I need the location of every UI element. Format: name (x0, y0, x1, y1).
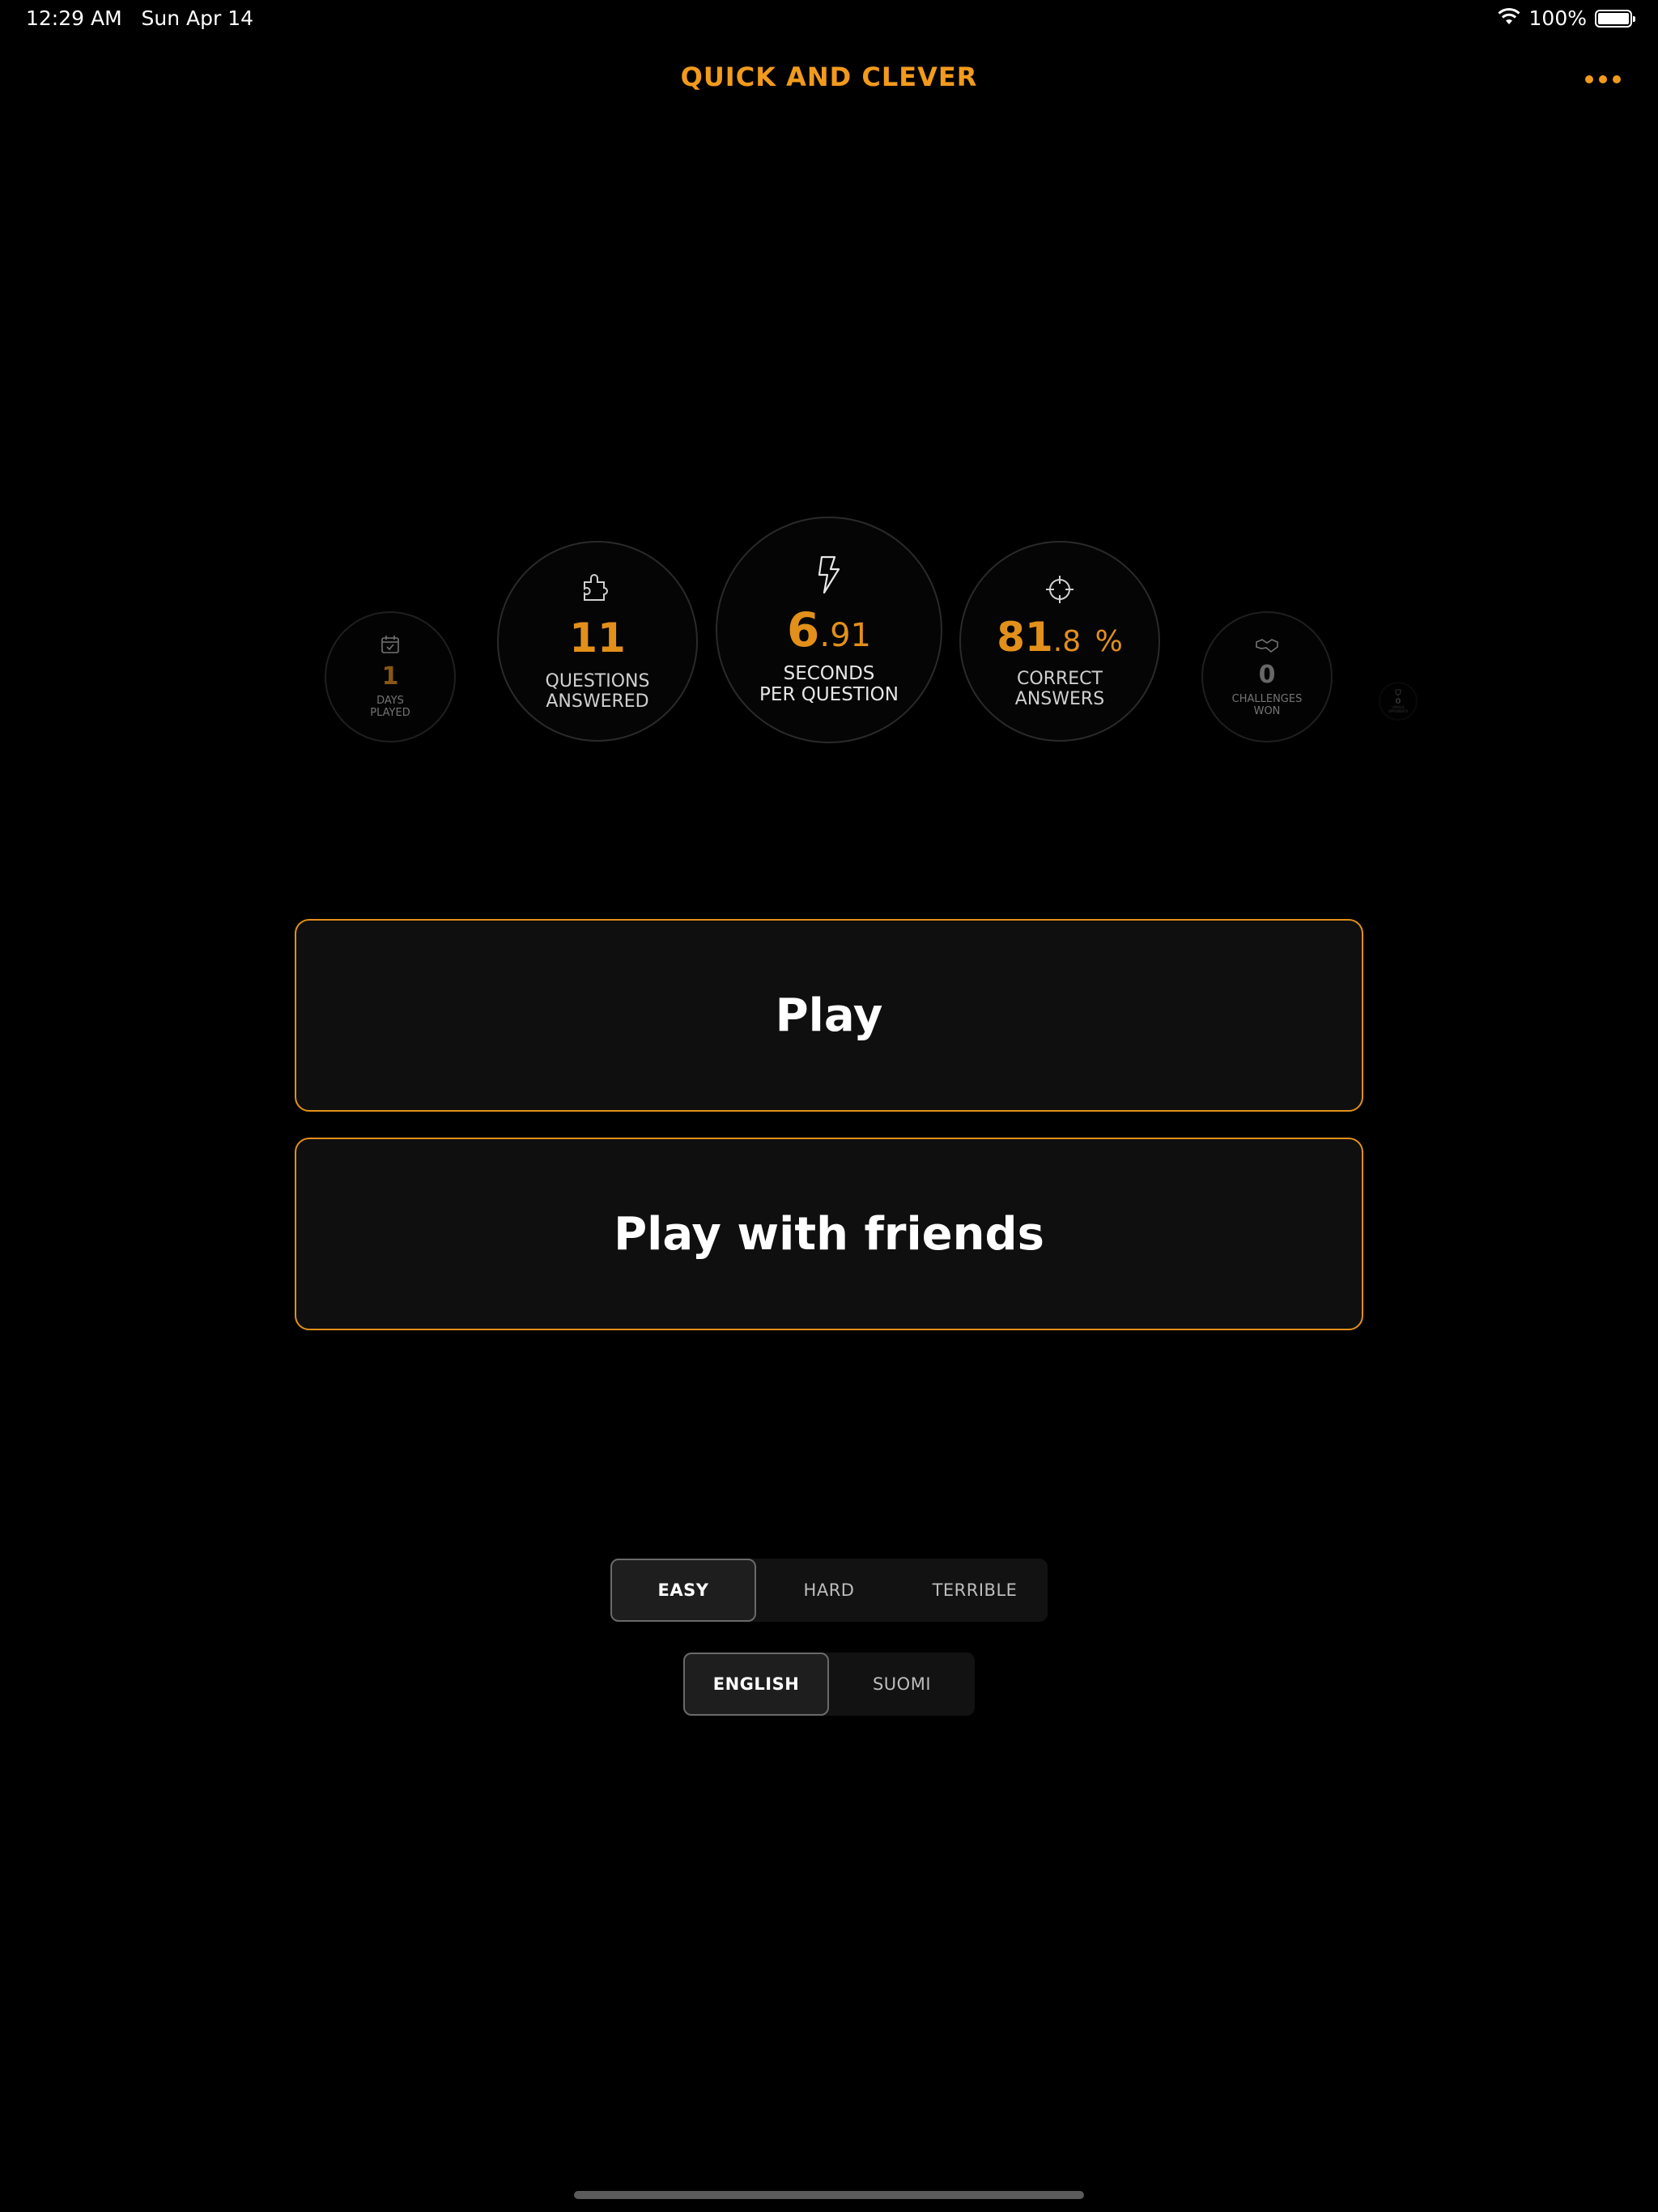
status-time-date: 12:29 AM Sun Apr 14 (26, 6, 253, 30)
correct-answers-value: 81.8 % (997, 613, 1123, 661)
crosshair-icon (1044, 573, 1076, 606)
difficulty-selector: EASY HARD TERRIBLE (610, 1559, 1048, 1622)
stat-correct-answers: 81.8 % CORRECT ANSWERS (959, 541, 1160, 742)
language-option-suomi[interactable]: SUOMI (829, 1653, 975, 1716)
ellipsis-icon (1599, 75, 1607, 83)
wifi-icon (1497, 6, 1521, 30)
calendar-check-icon (380, 634, 401, 655)
ellipsis-icon (1585, 75, 1593, 83)
battery-icon (1595, 9, 1635, 28)
trophy-icon (1394, 689, 1402, 697)
battery-percent: 100% (1528, 6, 1587, 30)
language-selector: ENGLISH SUOMI (683, 1653, 975, 1716)
difficulty-option-terrible[interactable]: TERRIBLE (902, 1559, 1048, 1622)
puzzle-piece-icon (580, 571, 615, 603)
ellipsis-icon (1613, 75, 1621, 83)
status-bar: 12:29 AM Sun Apr 14 100% (0, 0, 1658, 39)
seconds-per-question-value: 6.91 (787, 602, 871, 657)
correct-answers-label: CORRECT ANSWERS (1014, 668, 1105, 709)
questions-answered-label: QUESTIONS ANSWERED (545, 670, 650, 712)
difficulty-option-hard[interactable]: HARD (756, 1559, 902, 1622)
handshake-icon (1255, 636, 1279, 655)
play-with-friends-button[interactable]: Play with friends (295, 1138, 1363, 1330)
challenges-won-value: 0 (1258, 661, 1276, 690)
stat-unique-opponents: 0 UNIQUE OPPONENTS (1379, 682, 1418, 721)
lightning-bolt-icon (815, 555, 843, 595)
app-title: QUICK AND CLEVER (680, 62, 978, 92)
days-played-label: DAYS PLAYED (370, 695, 410, 719)
language-option-english[interactable]: ENGLISH (683, 1653, 829, 1716)
play-button[interactable]: Play (295, 919, 1363, 1112)
status-time: 12:29 AM (26, 6, 122, 30)
more-options-button[interactable] (1577, 63, 1629, 96)
stat-days-played: 1 DAYS PLAYED (325, 611, 456, 742)
stat-questions-answered: 11 QUESTIONS ANSWERED (497, 541, 698, 742)
days-played-value: 1 (381, 662, 399, 691)
challenges-won-label: CHALLENGES WON (1231, 693, 1303, 717)
stat-challenges-won: 0 CHALLENGES WON (1201, 611, 1333, 742)
status-right: 100% (1497, 6, 1635, 30)
status-date: Sun Apr 14 (141, 6, 254, 30)
stat-seconds-per-question: 6.91 SECONDS PER QUESTION (716, 517, 942, 743)
unique-opponents-label: UNIQUE OPPONENTS (1388, 704, 1409, 713)
home-indicator[interactable] (574, 2191, 1084, 2199)
seconds-per-question-label: SECONDS PER QUESTION (759, 662, 899, 705)
difficulty-option-easy[interactable]: EASY (610, 1559, 756, 1622)
questions-answered-value: 11 (569, 614, 626, 661)
